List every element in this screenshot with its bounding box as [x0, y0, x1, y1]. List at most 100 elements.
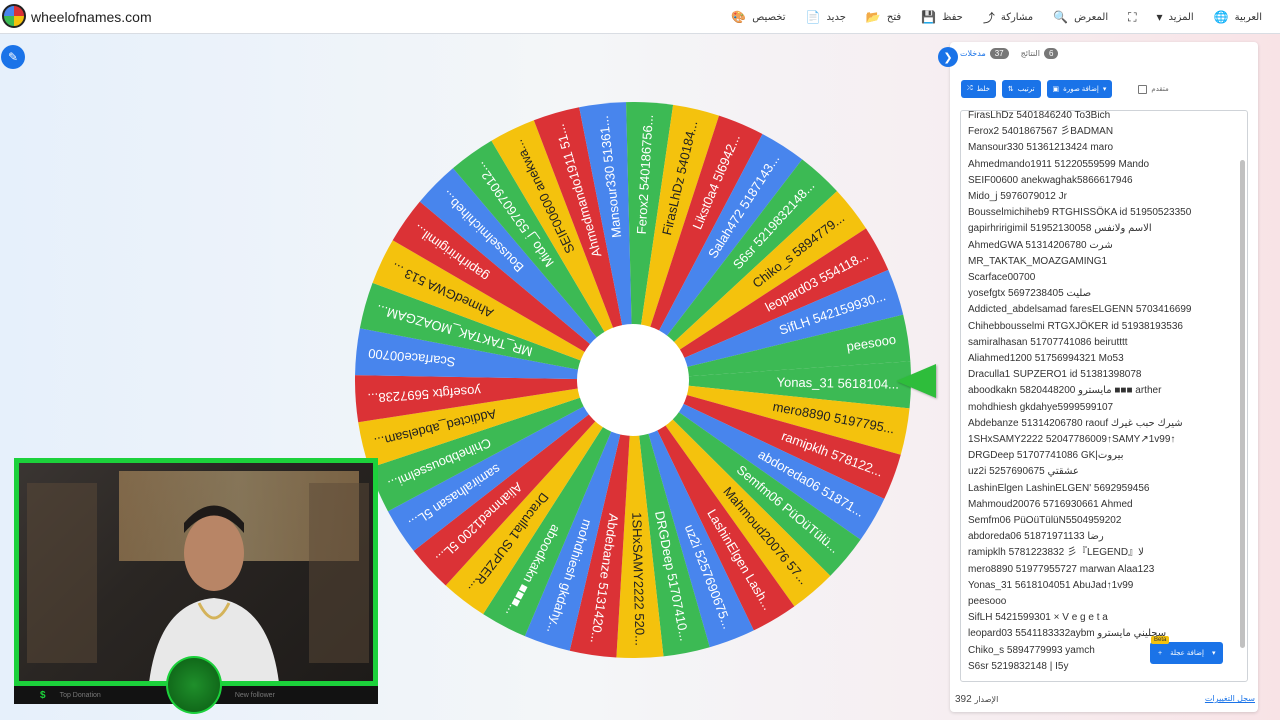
entry-line: mohdhiesh gkdahye5999599107	[968, 401, 1114, 413]
entry-line: Chiko_s 5894779993 yamch	[968, 644, 1095, 656]
menu-item-new-file[interactable]: 📄 جديد	[805, 10, 845, 24]
entry-line: Bousselmichiheb9 RTGHISSÖKA id 519505233…	[968, 207, 1192, 219]
sort-icon: ⇅	[1007, 86, 1014, 93]
entry-line: Scarface00700	[968, 272, 1036, 283]
entry-line: samiralhasan 51707741086 beirutttt	[968, 336, 1128, 348]
shuffle-button[interactable]: ⤮ خلط	[961, 80, 996, 98]
entry-line: Addicted_abdelsamad faresELGENN 57034166…	[968, 304, 1192, 316]
channel-badge-icon	[166, 656, 222, 714]
entries-scroll-thumb[interactable]	[1240, 160, 1245, 648]
version-label: الإصدار	[974, 695, 999, 704]
edit-pencil-icon[interactable]: ✎	[1, 45, 25, 69]
tab-results[interactable]: النتائج 6	[1021, 48, 1059, 59]
tab-entries-count: 37	[989, 48, 1009, 59]
version-text: 392 الإصدار	[955, 694, 998, 705]
save-icon: 💾	[921, 10, 937, 24]
entry-line: Semfm06 PüOüTülüN5504959202	[968, 515, 1122, 526]
checkbox-box[interactable]	[1138, 84, 1148, 94]
entry-line: AhmedGWA 51314206780 شرت	[968, 239, 1113, 251]
menu-item-folder-open[interactable]: 📂 فتح	[866, 10, 901, 24]
menu-item-label: العربية	[1234, 11, 1262, 23]
globe-icon: 🌐	[1213, 10, 1229, 24]
entry-line: gapirhririgimil 51952130058 الاسم ولانفس	[968, 223, 1152, 235]
webcam-shelf	[27, 483, 97, 663]
entry-line: uz2i 5257690675 عشقتي	[968, 466, 1079, 478]
entry-line: LashinElgen LashinELGEN' 5692959456	[968, 482, 1150, 494]
shuffle-icon: ⤮	[967, 85, 973, 92]
webcam-overlay	[14, 458, 378, 686]
entry-line: Ahmedmando1911 51220559599 Mando	[968, 158, 1150, 170]
plus-icon: +	[1158, 649, 1163, 657]
collapse-panel-icon[interactable]: ❯	[938, 47, 958, 67]
menu-item-label: فتح	[886, 11, 902, 23]
wheel-hub[interactable]	[577, 324, 689, 436]
menu-item-search[interactable]: 🔍 المعرض	[1053, 10, 1108, 24]
entry-line: Mansour330 51361213424 maro	[968, 142, 1114, 154]
entry-line: FirasLhDz 5401846240 To3Bich	[968, 110, 1111, 121]
wheel-segment-label: Yonas_31 5618104...	[776, 375, 899, 392]
fullscreen-icon: ⛶	[1128, 9, 1137, 24]
menu-item-label: تخصيص	[752, 11, 786, 23]
top-donation-label: Top Donation	[59, 691, 101, 699]
advanced-label: متقدم	[1151, 86, 1169, 93]
entry-line: leopard03 5541183332aybm سجليني مايسترو	[968, 628, 1167, 640]
menu-item-save[interactable]: 💾 حفظ	[921, 10, 963, 24]
add-image-button[interactable]: ▣ إضافة صورة ▾	[1046, 80, 1113, 98]
entry-line: SEIF00600 anekwaghak5866617946	[968, 174, 1133, 186]
palette-icon: 🎨	[731, 10, 747, 24]
dollar-icon: $	[40, 689, 46, 701]
add-wheel-label: إضافة عجلة	[1170, 650, 1204, 657]
menu-item-share[interactable]: ⤴ مشاركة	[983, 9, 1033, 26]
image-icon: ▣	[1052, 86, 1060, 93]
wheel-pointer-icon	[896, 364, 936, 398]
menu-item-label: المزيد	[1168, 11, 1194, 23]
changelog-link[interactable]: سجل التغييرات	[1205, 694, 1255, 703]
entry-line: ramipklh 5781223832 彡『LEGEND』لا	[968, 547, 1144, 559]
chevron-down-icon: ▾	[1156, 10, 1163, 24]
menu-item-fullscreen[interactable]: ⛶	[1128, 10, 1136, 25]
sort-button[interactable]: ⇅ ترتيب	[1001, 80, 1041, 98]
menu-item-chevron-down[interactable]: ▾ المزيد	[1157, 10, 1194, 24]
site-logo-icon[interactable]	[2, 4, 26, 28]
webcam-shelf	[309, 483, 369, 663]
menu-item-label: المعرض	[1074, 11, 1109, 23]
entry-line: yosefgtx 5697238405 صليت	[968, 288, 1092, 300]
wheel[interactable]: Yonas_31 5618104...mero8890 5197795...ra…	[353, 100, 913, 660]
entry-line: Mido_j 5976079012 Jr	[968, 191, 1067, 202]
version-number: 392	[955, 694, 972, 705]
menu-item-globe[interactable]: 🌐 العربية	[1214, 10, 1262, 24]
add-wheel-button[interactable]: + إضافة عجلة ▾	[1150, 642, 1224, 664]
entry-line: abdoreda06 51871971133 رضا	[968, 531, 1104, 543]
entry-line: Draculla1 SUPZERO1 id 51381398078	[968, 369, 1142, 381]
site-name[interactable]: wheelofnames.com	[31, 9, 152, 25]
new-follower-label: New follower	[234, 691, 275, 699]
entry-line: Chihebbousselmi RTGXJÖKER id 51938193536	[968, 320, 1183, 332]
entries-toolbar: ⤮ خلط ⇅ ترتيب ▣ إضافة صورة ▾ متقدم	[961, 80, 1169, 98]
webcam-person	[149, 505, 279, 681]
entries-textarea[interactable]: FirasLhDz 5401846240 To3Bich Ferox2 54018…	[960, 110, 1248, 682]
entry-line: mero8890 51977955727 marwan Alaa123	[968, 563, 1155, 575]
tab-results-count: 6	[1043, 48, 1059, 59]
menu-item-label: حفظ	[942, 11, 963, 23]
panel-tabs: مدخلات 37 النتائج 6	[960, 48, 1059, 59]
add-image-label: إضافة صورة	[1063, 86, 1099, 93]
menu-item-palette[interactable]: 🎨 تخصيص	[731, 10, 785, 24]
entry-line: Ferox2 5401867567 彡BADMAN	[968, 126, 1114, 138]
entry-line: MR_TAKTAK_MOAZGAMING1	[968, 255, 1108, 267]
tab-entries[interactable]: مدخلات 37	[960, 48, 1009, 59]
chevron-down-icon: ▾	[1102, 86, 1107, 93]
entry-line: Yonas_31 5618104051 AbuJad↑1v99	[968, 579, 1134, 591]
entry-line: S6sr 5219832148 | I5y	[968, 660, 1069, 672]
folder-open-icon: 📂	[865, 10, 881, 24]
beta-badge: Beta	[1151, 636, 1170, 644]
panel-footer: 392 الإصدار سجل التغييرات	[955, 694, 1255, 710]
top-bar: wheelofnames.com 🎨 تخصيص 📄 جديد 📂 فتح 💾 حفظ ⤴ مشا…	[0, 0, 1280, 34]
menu-item-label: جديد	[826, 11, 846, 23]
menu-item-label: مشاركة	[1000, 11, 1034, 23]
entry-line: DRGDeep 51707741086 GK|بيروت	[968, 450, 1124, 462]
advanced-checkbox[interactable]: متقدم	[1138, 84, 1169, 94]
new-file-icon: 📄	[805, 10, 821, 24]
share-icon: ⤴	[982, 10, 995, 25]
entry-line: aboodkakn 5820448200 مايسترو ■■■ arther	[968, 385, 1162, 397]
sort-label: ترتيب	[1017, 86, 1035, 93]
